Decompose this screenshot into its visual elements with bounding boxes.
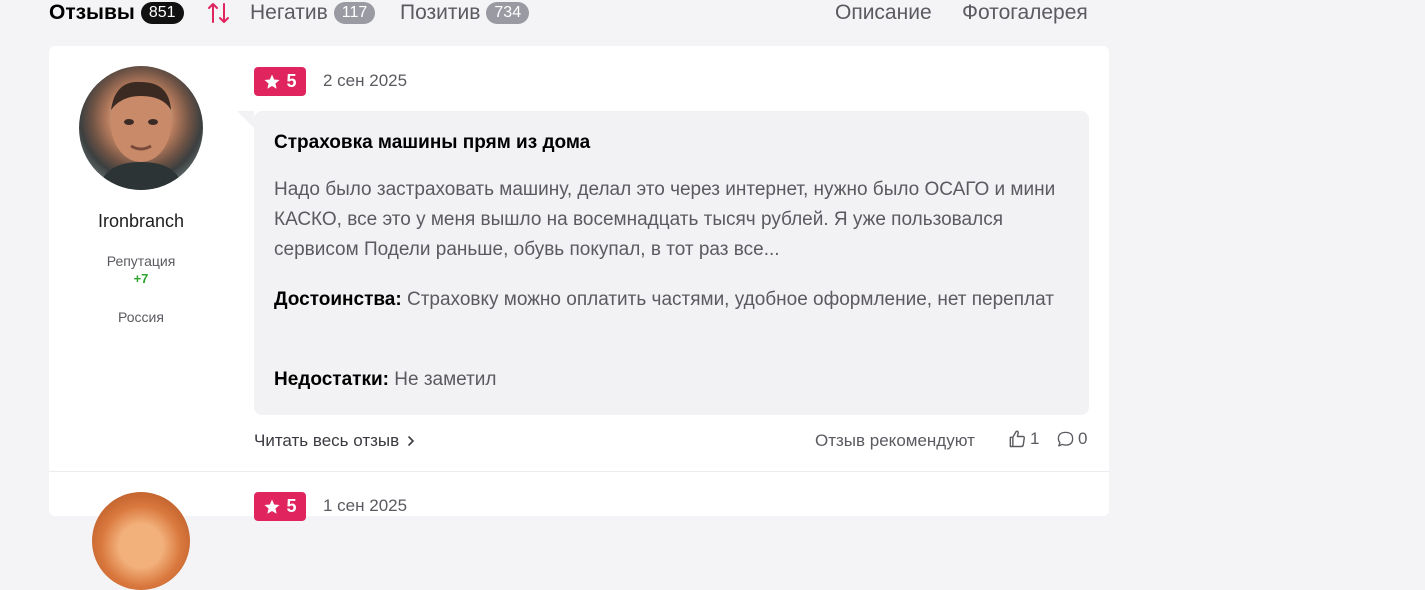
tab-positive-label: Позитив	[400, 1, 481, 24]
review-title[interactable]: Страховка машины прям из дома	[274, 132, 590, 154]
reputation-label: Репутация	[106, 253, 176, 269]
read-more-label: Читать весь отзыв	[254, 431, 400, 450]
like-button[interactable]: 1	[1007, 429, 1039, 449]
tab-reviews-label: Отзывы	[49, 1, 135, 24]
cons-label: Недостатки:	[274, 369, 389, 390]
tab-description[interactable]: Описание	[835, 0, 932, 26]
avatar-portrait	[99, 81, 183, 190]
positive-count-badge: 734	[486, 2, 530, 24]
comment-icon	[1057, 431, 1074, 447]
tab-gallery[interactable]: Фотогалерея	[962, 0, 1088, 26]
negative-count-badge: 117	[333, 2, 376, 24]
next-review-date: 1 сен 2025	[323, 496, 408, 515]
username[interactable]: Ironbranch	[49, 211, 233, 232]
likes-count: 1	[1030, 429, 1040, 448]
cons-text: Не заметил	[394, 369, 497, 390]
comments-count: 0	[1078, 429, 1088, 448]
review-date: 2 сен 2025	[323, 71, 408, 90]
review-body: Страховка машины прям из дома Надо было …	[237, 111, 1089, 415]
tab-negative-label: Негатив	[250, 1, 328, 24]
tab-positive[interactable]: Позитив 734	[400, 0, 530, 26]
rating-badge: 5	[254, 67, 306, 96]
review-pros: Достоинства: Страховку можно оплатить ча…	[274, 285, 1074, 315]
pros-label: Достоинства:	[274, 289, 402, 310]
review-text: Надо было застраховать машину, делал это…	[274, 179, 1056, 260]
review-card: Ironbranch Репутация +7 Россия 5 2 сен 2…	[49, 46, 1109, 590]
tab-negative[interactable]: Негатив 117	[250, 0, 376, 26]
bubble-tail	[237, 111, 254, 128]
tab-reviews[interactable]: Отзывы 851	[49, 0, 184, 26]
read-more-link[interactable]: Читать весь отзыв	[254, 431, 415, 451]
sort-icon[interactable]	[207, 0, 231, 26]
thumbs-up-icon	[1009, 430, 1025, 448]
review-tabs: Отзывы 851 Негатив 117 Позитив 734 Описа…	[49, 0, 1109, 26]
pros-text: Страховку можно оплатить частями, удобно…	[406, 289, 1054, 310]
recommend-label: Отзыв рекомендуют	[815, 431, 975, 450]
divider	[49, 471, 1109, 472]
reviews-count-badge: 851	[140, 2, 184, 24]
user-country: Россия	[118, 309, 164, 325]
rating-value: 5	[286, 71, 297, 91]
star-icon	[264, 74, 280, 89]
avatar[interactable]	[79, 66, 203, 190]
comments-button[interactable]: 0	[1056, 429, 1087, 449]
review-cons: Недостатки: Не заметил	[274, 365, 1074, 395]
reputation-value: +7	[133, 271, 149, 286]
chevron-right-icon	[408, 436, 415, 446]
